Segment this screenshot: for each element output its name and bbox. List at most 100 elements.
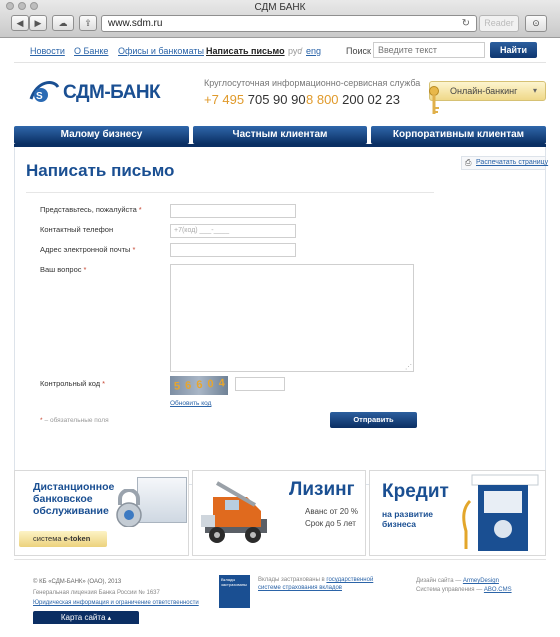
online-banking-button[interactable]: Онлайн-банкинг ▾ [429,81,546,101]
refresh-code-link[interactable]: Обновить код [170,400,211,407]
chevron-down-icon: ▾ [532,86,537,95]
required-note-text: – обязательные поля [44,417,109,424]
chevron-up-icon: ▴ [107,615,112,622]
browser-titlebar: СДМ БАНК ◀ ▶ ☁ ⇪ www.sdm.ru ↻ Reader ⊙ [0,0,560,38]
phone-moscow: +7 495 705 90 90 [204,92,306,107]
phone-code: 8 800 [306,92,339,107]
phone-field[interactable]: +7(код) ___-____ [170,224,296,238]
legal-info-link[interactable]: Юридическая информация и ограничение отв… [33,600,199,606]
back-arrow-icon: ◀ [16,18,24,28]
leasing-term: Срок до 5 лет [305,519,356,528]
label-text: Представьтесь, пожалуйста [40,205,137,214]
padlock-image [112,488,146,528]
sitemap-label: Карта сайта [60,613,106,622]
nav-corporate-clients[interactable]: Корпоративным клиентам [371,126,546,144]
cms-credit: Система управления — ABO.CMS [416,587,512,593]
cms-link[interactable]: ABO.CMS [484,587,512,593]
phone-code: +7 495 [204,92,245,107]
svg-text:S: S [36,91,43,102]
name-field[interactable] [170,204,296,218]
reload-icon[interactable]: ↻ [462,16,470,31]
nav-offices-link[interactable]: Офисы и банкоматы [118,46,204,56]
printer-icon: ⎙ [465,158,472,167]
sitemap-tab[interactable]: Карта сайта ▴ [33,611,139,624]
banner-credit[interactable]: Кредит на развитие бизнеса [369,470,546,556]
label-text: Адрес электронной почты [40,245,131,254]
cms-label: Система управления — [416,587,483,593]
address-bar[interactable]: www.sdm.ru ↻ [101,15,477,32]
question-textarea[interactable]: ⋰ [170,264,414,372]
name-field-label: Представьтесь, пожалуйста * [40,205,142,214]
banner-leasing[interactable]: Лизинг Аванс от 20 % Срок до 5 лет [192,470,366,556]
phone-number: 705 90 90 [247,92,306,107]
logo-text: СДМ-БАНК [63,82,161,103]
banner-title: Лизинг [289,479,355,500]
search-input[interactable] [373,42,485,58]
nav-write-letter-link[interactable]: Написать письмо [206,46,285,56]
banner-remote-banking[interactable]: Дистанционное банковское обслуживание си… [14,470,189,556]
etoken-name: e-token [63,534,91,543]
deposit-insurance-logo[interactable]: Вклады застрахованы [219,575,250,608]
page-title: Написать письмо [26,161,175,180]
leasing-advance: Аванс от 20 % [305,507,358,516]
question-field-label: Ваш вопрос * [40,265,86,274]
lock-icon [116,488,142,528]
phone-free: 8 800 200 02 23 [306,92,400,107]
deposit-text: Вклады застрахованы в [258,577,325,583]
fuel-pump-icon [462,474,539,551]
etoken-tag: система e-token [19,531,107,547]
captcha-label: Контрольный код * [40,379,105,388]
license-text: Генеральная лицензия Банка России № 1637 [33,590,160,596]
reader-button[interactable]: Reader [479,15,519,32]
design-label: Дизайн сайта — [416,578,462,584]
nav-news-link[interactable]: Новости [30,46,65,56]
page-viewport: Новости О Банке Офисы и банкоматы Написа… [0,39,560,637]
share-icon: ⇪ [84,18,92,28]
label-text: Ваш вопрос [40,265,82,274]
submit-button[interactable]: Отправить [330,412,417,428]
design-link[interactable]: ArmeyDesign [463,578,499,584]
etoken-prefix: система [33,534,62,543]
window-title: СДМ БАНК [254,2,306,13]
forward-arrow-icon: ▶ [34,18,42,28]
browser-window: СДМ БАНК ◀ ▶ ☁ ⇪ www.sdm.ru ↻ Reader ⊙ Н… [0,0,560,637]
email-field-label: Адрес электронной почты * [40,245,135,254]
credit-subtitle: на развитие бизнеса [382,509,434,529]
footer [14,559,546,637]
required-mark: * [40,417,43,424]
online-banking-label: Онлайн-банкинг [450,86,518,96]
deposit-insurance-text: Вклады застрахованы в государственной си… [258,576,384,592]
url-text: www.sdm.ru [108,18,163,29]
forward-button[interactable]: ▶ [29,15,47,31]
cloud-icon: ☁ [58,18,68,28]
required-mark: * [138,205,142,214]
downloads-button[interactable]: ⊙ [525,15,547,32]
service-caption: Круглосуточная информационно-сервисная с… [204,78,421,88]
nav-private-clients[interactable]: Частным клиентам [193,126,367,144]
email-field[interactable] [170,243,296,257]
captcha-image: 5 6 6 0 4 [170,376,228,395]
copyright: © КБ «СДМ-БАНК» (ОАО), 2013 [33,579,122,585]
icloud-button[interactable]: ☁ [52,15,74,31]
lang-en-link[interactable]: eng [306,46,321,56]
share-button[interactable]: ⇪ [79,15,97,31]
lang-separator: / [300,46,303,56]
print-page-label: Распечатать страницу [476,159,549,166]
label-text: Контрольный код [40,379,101,388]
resize-handle-icon[interactable]: ⋰ [405,363,412,371]
required-mark: * [83,265,87,274]
print-page-link[interactable]: ⎙ Распечатать страницу [461,156,549,170]
captcha-input[interactable] [235,377,285,391]
truck-icon [201,481,267,543]
banner-title: Кредит [382,481,449,502]
bank-logo[interactable]: S СДМ-БАНК [27,77,187,107]
search-button[interactable]: Найти [490,42,537,58]
back-button[interactable]: ◀ [11,15,29,31]
phone-field-label: Контактный телефон [40,225,114,234]
search-label: Поиск [346,46,371,56]
nav-small-business[interactable]: Малому бизнесу [14,126,189,144]
nav-about-link[interactable]: О Банке [74,46,108,56]
divider [14,62,546,63]
captcha-text: 5 6 6 0 4 [173,377,227,393]
keys-icon [429,86,439,114]
